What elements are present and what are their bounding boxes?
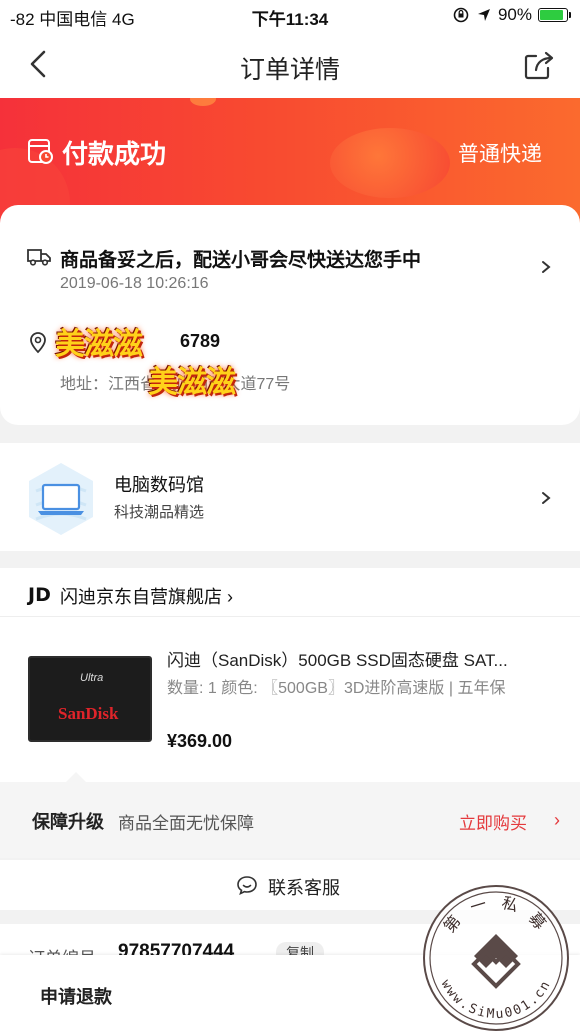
decor-bubble (190, 98, 216, 106)
product-thumbnail[interactable]: Ultra SanDisk (28, 656, 152, 742)
shipping-method: 普通快递 (458, 143, 542, 166)
share-icon[interactable] (522, 48, 556, 82)
product-brand-label: SanDisk (58, 704, 119, 723)
guarantee-desc: 商品全面无忧保障 (118, 814, 254, 833)
address-overlay: 美滋滋 (148, 366, 236, 399)
product-price: ¥369.00 (167, 731, 233, 751)
chevron-right-icon[interactable] (540, 259, 552, 275)
laptop-icon (29, 463, 93, 535)
contact-service-label: 联系客服 (268, 878, 340, 898)
product-name[interactable]: 闪迪（SanDisk）500GB SSD固态硬盘 SAT... (167, 646, 557, 671)
page-title: 订单详情 (239, 56, 340, 84)
store-category-subtitle: 科技潮品精选 (114, 504, 205, 521)
shop-section: JD 闪迪京东自营旗舰店 › Ultra SanDisk 闪迪（SanDisk）… (0, 568, 580, 858)
location-pin-icon (30, 332, 46, 354)
guarantee-title: 保障升级 (32, 812, 104, 832)
battery-percent: 90% (497, 5, 532, 24)
store-category-row[interactable]: 电脑数码馆 科技潮品精选 (0, 443, 580, 551)
delivery-card: 商品备妥之后，配送小哥会尽快送达您手中 2019-06-18 10:26:16 … (0, 205, 580, 425)
order-status-title: 付款成功 (62, 139, 167, 169)
watermark-seal: 第 一 私 募 www.SiMu001.cn (423, 885, 569, 1031)
jd-logo: JD (28, 584, 51, 606)
refund-button[interactable]: 申请退款 (40, 983, 112, 1009)
recipient-name-overlay: 美滋滋 (55, 328, 143, 361)
divider (0, 616, 580, 617)
buy-now-link[interactable]: 立即购买 (459, 809, 527, 834)
decor-bubble (330, 128, 450, 198)
battery-icon (538, 8, 571, 22)
chevron-right-icon[interactable]: › (554, 810, 560, 831)
status-right: 90% (452, 5, 571, 25)
shop-name-link[interactable]: 闪迪京东自营旗舰店 › (60, 583, 233, 609)
product-series-label: Ultra (80, 672, 104, 684)
guarantee-upgrade-row[interactable]: 保障升级 商品全面无忧保障 立即购买 › (0, 782, 580, 858)
status-bar: -82 中国电信 4G 下午11:34 90% (0, 0, 580, 32)
chat-icon (237, 876, 257, 895)
orientation-lock-icon (453, 7, 469, 23)
store-category-name: 电脑数码馆 (114, 475, 204, 495)
truck-icon (27, 249, 51, 266)
delivery-message: 商品备妥之后，配送小哥会尽快送达您手中 (60, 250, 422, 271)
nav-bar: 订单详情 (0, 32, 580, 98)
location-arrow-icon (477, 9, 490, 21)
payment-success-icon (28, 139, 53, 164)
chevron-right-icon[interactable] (540, 490, 552, 506)
recipient-phone: 6789 (180, 331, 221, 351)
delivery-time: 2019-06-18 10:26:16 (60, 275, 209, 292)
product-spec: 数量: 1 颜色: 〖500GB〗3D进阶高速版 | 五年保 (167, 680, 506, 697)
battery-fill (540, 10, 564, 20)
pointer-arrow (66, 772, 86, 782)
